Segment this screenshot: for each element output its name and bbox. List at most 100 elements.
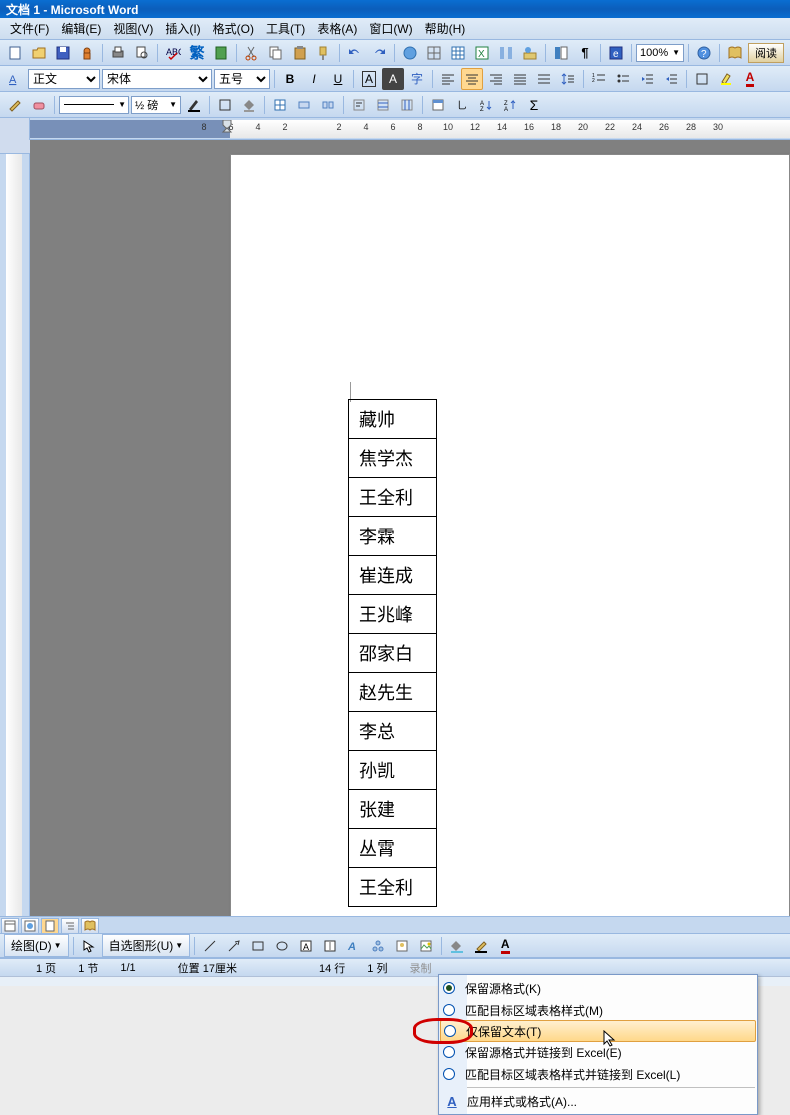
undo-icon[interactable] [344, 42, 366, 64]
paste-keep-source[interactable]: 保留源格式(K) [439, 977, 757, 999]
numbering-icon[interactable]: 12 [588, 68, 610, 90]
menu-tools[interactable]: 工具(T) [260, 18, 311, 39]
table-cell[interactable]: 赵先生 [349, 673, 437, 712]
table-cell[interactable]: 邵家白 [349, 634, 437, 673]
table-cell[interactable]: 孙凯 [349, 751, 437, 790]
normal-view-icon[interactable] [1, 918, 19, 934]
style-select[interactable]: 正文 [28, 69, 100, 89]
dec-indent-icon[interactable] [636, 68, 658, 90]
menu-edit[interactable]: 编辑(E) [55, 18, 107, 39]
excel-icon[interactable]: X [471, 42, 493, 64]
align-justify-icon[interactable] [509, 68, 531, 90]
research-icon[interactable] [210, 42, 232, 64]
menu-insert[interactable]: 插入(I) [159, 18, 206, 39]
new-doc-icon[interactable] [4, 42, 26, 64]
table-cell[interactable]: 丛霄 [349, 829, 437, 868]
draw-table-icon[interactable] [4, 94, 26, 116]
fill-color-icon[interactable] [446, 935, 468, 957]
oval-icon[interactable] [271, 935, 293, 957]
sort-asc-icon[interactable]: AZ [475, 94, 497, 116]
line-icon[interactable] [199, 935, 221, 957]
cut-icon[interactable] [241, 42, 263, 64]
hyperlink-icon[interactable] [399, 42, 421, 64]
menu-format[interactable]: 格式(O) [207, 18, 260, 39]
drawing-icon[interactable] [519, 42, 541, 64]
copy-icon[interactable] [265, 42, 287, 64]
paste-text-only[interactable]: 仅保留文本(T) [440, 1020, 756, 1042]
outline-view-icon[interactable] [61, 918, 79, 934]
paste-match-dest[interactable]: 匹配目标区域表格样式(M) [439, 999, 757, 1021]
bullets-icon[interactable] [612, 68, 634, 90]
save-icon[interactable] [52, 42, 74, 64]
paste-apply-style[interactable]: A 应用样式或格式(A)... [439, 1090, 757, 1112]
border-a-icon[interactable]: A [358, 68, 380, 90]
table-cell[interactable]: 王全利 [349, 868, 437, 907]
sort-desc-icon[interactable]: ZA [499, 94, 521, 116]
read-button[interactable]: 阅读 [748, 43, 784, 63]
print-preview-icon[interactable] [131, 42, 153, 64]
menu-view[interactable]: 视图(V) [107, 18, 159, 39]
italic-icon[interactable]: I [303, 68, 325, 90]
styles-pane-icon[interactable]: A [4, 68, 26, 90]
outside-border-icon[interactable] [214, 94, 236, 116]
size-select[interactable]: 五号 [214, 69, 270, 89]
font-select[interactable]: 宋体 [102, 69, 212, 89]
dist-cols-icon[interactable] [396, 94, 418, 116]
clipart-icon[interactable] [391, 935, 413, 957]
shading-icon[interactable] [238, 94, 260, 116]
insert-table-icon[interactable] [447, 42, 469, 64]
align-dist-icon[interactable] [533, 68, 555, 90]
e-icon[interactable]: e [605, 42, 627, 64]
doc-map-icon[interactable] [550, 42, 572, 64]
table-cell[interactable]: 李霖 [349, 517, 437, 556]
format-painter-icon[interactable] [313, 42, 335, 64]
show-marks-icon[interactable]: ¶ [574, 42, 596, 64]
line-color-icon[interactable] [470, 935, 492, 957]
document-table[interactable]: 藏帅焦学杰王全利李霖崔连成王兆峰邵家白赵先生李总孙凯张建丛霄王全利 [348, 399, 437, 907]
help-icon[interactable]: ? [693, 42, 715, 64]
inc-indent-icon[interactable] [660, 68, 682, 90]
paste-keep-link-excel[interactable]: 保留源格式并链接到 Excel(E) [439, 1041, 757, 1063]
wordart-icon[interactable]: A [343, 935, 365, 957]
table-cell[interactable]: 张建 [349, 790, 437, 829]
select-objects-icon[interactable] [78, 935, 100, 957]
table-cell[interactable]: 王兆峰 [349, 595, 437, 634]
autoformat-icon[interactable] [427, 94, 449, 116]
autoshapes-button[interactable]: 自选图形(U) ▼ [102, 934, 191, 957]
dist-rows-icon[interactable] [372, 94, 394, 116]
table-cell[interactable]: 藏帅 [349, 400, 437, 439]
font-color2-icon[interactable]: A [494, 935, 516, 957]
char-scale-icon[interactable]: 字 [406, 68, 428, 90]
book-icon[interactable] [724, 42, 746, 64]
zoom-select[interactable]: 100%▼ [636, 44, 684, 62]
picture-icon[interactable] [415, 935, 437, 957]
convert-icon[interactable]: 繁 [186, 42, 208, 64]
menu-window[interactable]: 窗口(W) [363, 18, 418, 39]
borders-icon[interactable] [691, 68, 713, 90]
columns-icon[interactable] [495, 42, 517, 64]
permission-icon[interactable] [76, 42, 98, 64]
rectangle-icon[interactable] [247, 935, 269, 957]
table-cell[interactable]: 李总 [349, 712, 437, 751]
text-direction-icon[interactable]: 乚 [451, 94, 473, 116]
pen-color-icon[interactable] [183, 94, 205, 116]
arrow-icon[interactable] [223, 935, 245, 957]
underline-icon[interactable]: U [327, 68, 349, 90]
highlight-icon[interactable] [715, 68, 737, 90]
menu-table[interactable]: 表格(A) [311, 18, 363, 39]
diagram-icon[interactable] [367, 935, 389, 957]
paste-icon[interactable] [289, 42, 311, 64]
web-view-icon[interactable] [21, 918, 39, 934]
align-left-icon[interactable] [437, 68, 459, 90]
print-icon[interactable] [107, 42, 129, 64]
print-view-icon[interactable] [41, 918, 59, 934]
merge-cells-icon[interactable] [293, 94, 315, 116]
redo-icon[interactable] [368, 42, 390, 64]
eraser-icon[interactable] [28, 94, 50, 116]
menu-file[interactable]: 文件(F) [4, 18, 55, 39]
table-cell[interactable]: 焦学杰 [349, 439, 437, 478]
align-center-icon[interactable] [461, 68, 483, 90]
open-icon[interactable] [28, 42, 50, 64]
vertical-textbox-icon[interactable] [319, 935, 341, 957]
menu-help[interactable]: 帮助(H) [419, 18, 472, 39]
